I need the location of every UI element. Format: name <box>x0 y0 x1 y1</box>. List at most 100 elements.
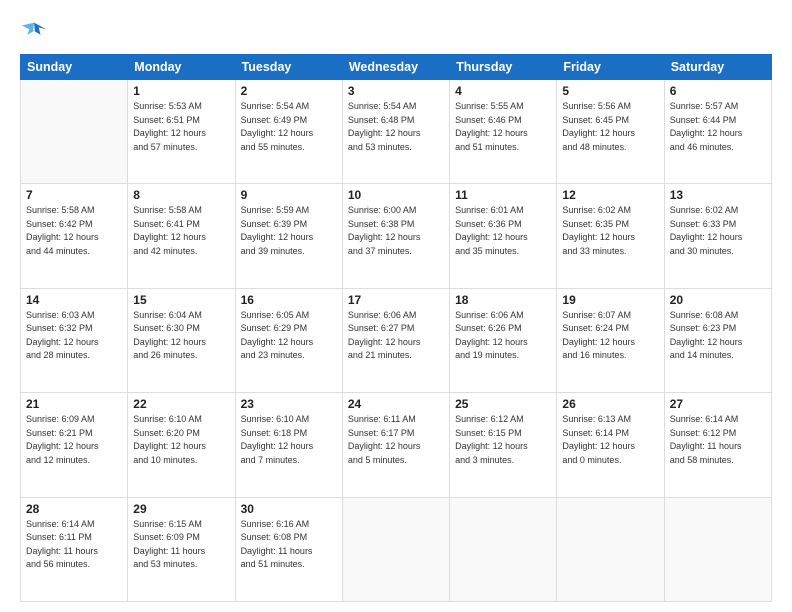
day-info: Sunrise: 6:12 AM Sunset: 6:15 PM Dayligh… <box>455 413 551 467</box>
day-number: 13 <box>670 188 766 202</box>
day-info: Sunrise: 6:04 AM Sunset: 6:30 PM Dayligh… <box>133 309 229 363</box>
calendar-cell: 19 Sunrise: 6:07 AM Sunset: 6:24 PM Dayli… <box>557 288 664 392</box>
day-number: 16 <box>241 293 337 307</box>
day-number: 27 <box>670 397 766 411</box>
calendar-cell: 23 Sunrise: 6:10 AM Sunset: 6:18 PM Dayli… <box>235 393 342 497</box>
day-number: 11 <box>455 188 551 202</box>
day-number: 23 <box>241 397 337 411</box>
calendar-week-row: 1Sunrise: 5:53 AM Sunset: 6:51 PM Daylig… <box>21 80 772 184</box>
day-number: 26 <box>562 397 658 411</box>
day-number: 18 <box>455 293 551 307</box>
calendar-week-row: 28 Sunrise: 6:14 AM Sunset: 6:11 PM Dayli… <box>21 497 772 601</box>
calendar-week-row: 7Sunrise: 5:58 AM Sunset: 6:42 PM Daylig… <box>21 184 772 288</box>
day-number: 3 <box>348 84 444 98</box>
calendar-cell: 30Sunrise: 6:16 AM Sunset: 6:08 PM Dayli… <box>235 497 342 601</box>
day-info: Sunrise: 5:55 AM Sunset: 6:46 PM Dayligh… <box>455 100 551 154</box>
day-info: Sunrise: 6:02 AM Sunset: 6:35 PM Dayligh… <box>562 204 658 258</box>
page: SundayMondayTuesdayWednesdayThursdayFrid… <box>0 0 792 612</box>
day-number: 5 <box>562 84 658 98</box>
day-number: 4 <box>455 84 551 98</box>
calendar-cell: 7Sunrise: 5:58 AM Sunset: 6:42 PM Daylig… <box>21 184 128 288</box>
calendar-cell: 18 Sunrise: 6:06 AM Sunset: 6:26 PM Dayli… <box>450 288 557 392</box>
calendar-cell: 29 Sunrise: 6:15 AM Sunset: 6:09 PM Dayli… <box>128 497 235 601</box>
day-number: 6 <box>670 84 766 98</box>
logo-icon <box>20 18 48 46</box>
calendar-cell: 3 Sunrise: 5:54 AM Sunset: 6:48 PM Daylig… <box>342 80 449 184</box>
day-info: Sunrise: 5:59 AM Sunset: 6:39 PM Dayligh… <box>241 204 337 258</box>
day-info: Sunrise: 6:07 AM Sunset: 6:24 PM Dayligh… <box>562 309 658 363</box>
calendar-cell: 15 Sunrise: 6:04 AM Sunset: 6:30 PM Dayli… <box>128 288 235 392</box>
calendar-weekday-wednesday: Wednesday <box>342 55 449 80</box>
calendar-cell: 5 Sunrise: 5:56 AM Sunset: 6:45 PM Daylig… <box>557 80 664 184</box>
calendar-cell: 17 Sunrise: 6:06 AM Sunset: 6:27 PM Dayli… <box>342 288 449 392</box>
day-info: Sunrise: 6:14 AM Sunset: 6:11 PM Dayligh… <box>26 518 122 572</box>
calendar-cell <box>557 497 664 601</box>
day-info: Sunrise: 5:57 AM Sunset: 6:44 PM Dayligh… <box>670 100 766 154</box>
calendar-week-row: 21 Sunrise: 6:09 AM Sunset: 6:21 PM Dayli… <box>21 393 772 497</box>
calendar-cell: 20Sunrise: 6:08 AM Sunset: 6:23 PM Dayli… <box>664 288 771 392</box>
day-info: Sunrise: 5:54 AM Sunset: 6:49 PM Dayligh… <box>241 100 337 154</box>
calendar-cell <box>450 497 557 601</box>
calendar-cell: 25Sunrise: 6:12 AM Sunset: 6:15 PM Dayli… <box>450 393 557 497</box>
day-number: 19 <box>562 293 658 307</box>
calendar-header-row: SundayMondayTuesdayWednesdayThursdayFrid… <box>21 55 772 80</box>
day-number: 14 <box>26 293 122 307</box>
day-number: 28 <box>26 502 122 516</box>
logo <box>20 18 52 46</box>
day-info: Sunrise: 5:54 AM Sunset: 6:48 PM Dayligh… <box>348 100 444 154</box>
calendar-cell: 13Sunrise: 6:02 AM Sunset: 6:33 PM Dayli… <box>664 184 771 288</box>
calendar-cell <box>342 497 449 601</box>
day-info: Sunrise: 6:13 AM Sunset: 6:14 PM Dayligh… <box>562 413 658 467</box>
day-info: Sunrise: 5:58 AM Sunset: 6:41 PM Dayligh… <box>133 204 229 258</box>
calendar-cell: 8 Sunrise: 5:58 AM Sunset: 6:41 PM Daylig… <box>128 184 235 288</box>
calendar-cell: 21 Sunrise: 6:09 AM Sunset: 6:21 PM Dayli… <box>21 393 128 497</box>
calendar-cell <box>21 80 128 184</box>
day-number: 1 <box>133 84 229 98</box>
calendar-week-row: 14 Sunrise: 6:03 AM Sunset: 6:32 PM Dayli… <box>21 288 772 392</box>
day-number: 2 <box>241 84 337 98</box>
calendar-weekday-tuesday: Tuesday <box>235 55 342 80</box>
calendar-body: 1Sunrise: 5:53 AM Sunset: 6:51 PM Daylig… <box>21 80 772 602</box>
calendar-cell: 4 Sunrise: 5:55 AM Sunset: 6:46 PM Daylig… <box>450 80 557 184</box>
calendar-cell: 26 Sunrise: 6:13 AM Sunset: 6:14 PM Dayli… <box>557 393 664 497</box>
calendar-cell: 10 Sunrise: 6:00 AM Sunset: 6:38 PM Dayli… <box>342 184 449 288</box>
calendar-cell: 27 Sunrise: 6:14 AM Sunset: 6:12 PM Dayli… <box>664 393 771 497</box>
day-number: 9 <box>241 188 337 202</box>
calendar-cell: 28 Sunrise: 6:14 AM Sunset: 6:11 PM Dayli… <box>21 497 128 601</box>
day-info: Sunrise: 6:11 AM Sunset: 6:17 PM Dayligh… <box>348 413 444 467</box>
day-number: 30 <box>241 502 337 516</box>
day-number: 22 <box>133 397 229 411</box>
day-number: 10 <box>348 188 444 202</box>
day-info: Sunrise: 6:10 AM Sunset: 6:18 PM Dayligh… <box>241 413 337 467</box>
calendar-weekday-monday: Monday <box>128 55 235 80</box>
day-number: 21 <box>26 397 122 411</box>
calendar-cell: 1Sunrise: 5:53 AM Sunset: 6:51 PM Daylig… <box>128 80 235 184</box>
day-info: Sunrise: 6:15 AM Sunset: 6:09 PM Dayligh… <box>133 518 229 572</box>
day-info: Sunrise: 6:14 AM Sunset: 6:12 PM Dayligh… <box>670 413 766 467</box>
calendar-weekday-sunday: Sunday <box>21 55 128 80</box>
day-info: Sunrise: 6:06 AM Sunset: 6:27 PM Dayligh… <box>348 309 444 363</box>
day-number: 20 <box>670 293 766 307</box>
day-info: Sunrise: 6:06 AM Sunset: 6:26 PM Dayligh… <box>455 309 551 363</box>
day-number: 17 <box>348 293 444 307</box>
day-number: 15 <box>133 293 229 307</box>
header <box>20 18 772 46</box>
calendar-cell: 14 Sunrise: 6:03 AM Sunset: 6:32 PM Dayli… <box>21 288 128 392</box>
calendar-weekday-saturday: Saturday <box>664 55 771 80</box>
day-number: 8 <box>133 188 229 202</box>
day-info: Sunrise: 5:56 AM Sunset: 6:45 PM Dayligh… <box>562 100 658 154</box>
day-number: 24 <box>348 397 444 411</box>
day-info: Sunrise: 6:03 AM Sunset: 6:32 PM Dayligh… <box>26 309 122 363</box>
day-number: 12 <box>562 188 658 202</box>
calendar-cell: 16 Sunrise: 6:05 AM Sunset: 6:29 PM Dayli… <box>235 288 342 392</box>
calendar-table: SundayMondayTuesdayWednesdayThursdayFrid… <box>20 54 772 602</box>
day-info: Sunrise: 6:00 AM Sunset: 6:38 PM Dayligh… <box>348 204 444 258</box>
calendar-cell: 12 Sunrise: 6:02 AM Sunset: 6:35 PM Dayli… <box>557 184 664 288</box>
day-info: Sunrise: 6:10 AM Sunset: 6:20 PM Dayligh… <box>133 413 229 467</box>
day-number: 29 <box>133 502 229 516</box>
day-number: 7 <box>26 188 122 202</box>
calendar-cell: 24 Sunrise: 6:11 AM Sunset: 6:17 PM Dayli… <box>342 393 449 497</box>
calendar-cell: 11Sunrise: 6:01 AM Sunset: 6:36 PM Dayli… <box>450 184 557 288</box>
day-info: Sunrise: 6:09 AM Sunset: 6:21 PM Dayligh… <box>26 413 122 467</box>
day-info: Sunrise: 6:05 AM Sunset: 6:29 PM Dayligh… <box>241 309 337 363</box>
